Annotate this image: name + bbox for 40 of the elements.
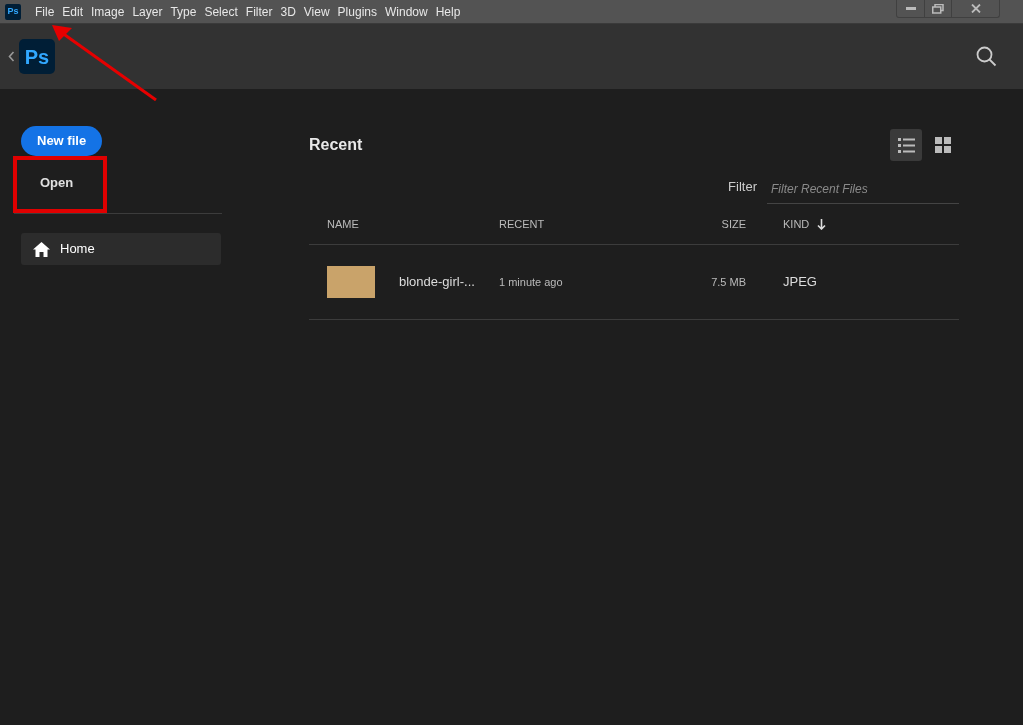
new-file-button[interactable]: New file xyxy=(21,126,103,156)
menu-item[interactable]: Help xyxy=(431,0,465,24)
menu-item[interactable]: Image xyxy=(87,0,129,24)
app-logo: Ps xyxy=(19,39,55,74)
open-button[interactable]: Open xyxy=(13,156,107,213)
home-icon xyxy=(33,241,50,257)
filter-field[interactable]: Filter Recent Files xyxy=(767,174,959,204)
grid-icon xyxy=(935,137,951,153)
photo-placeholder xyxy=(327,266,375,298)
app-icon: Ps xyxy=(5,3,21,20)
search-icon xyxy=(976,46,997,67)
menu-item[interactable]: View xyxy=(299,0,334,24)
menu-item[interactable]: 3D xyxy=(276,0,300,24)
filter-label: Filter xyxy=(728,178,757,197)
list-view-button[interactable] xyxy=(890,129,922,161)
close-icon xyxy=(970,4,981,13)
menu-item[interactable]: Type xyxy=(166,0,201,24)
column-header[interactable]: KIND xyxy=(783,216,810,233)
menu-item[interactable]: Filter xyxy=(241,0,277,24)
back-button[interactable] xyxy=(8,51,15,62)
section-title: Recent xyxy=(309,135,363,155)
file-row[interactable]: blonde-girl-... 1 minute ago 7.5 MB JPEG xyxy=(309,245,959,320)
file-name: blonde-girl-... xyxy=(399,273,475,292)
column-header[interactable]: RECENT xyxy=(499,218,545,231)
menu-item[interactable]: Edit xyxy=(58,0,88,24)
column-header[interactable]: NAME xyxy=(327,218,359,231)
column-header[interactable]: SIZE xyxy=(721,216,746,233)
menu-item[interactable]: Plugins xyxy=(333,0,381,24)
nav-item[interactable]: Home xyxy=(21,233,221,265)
menu-item[interactable]: Window xyxy=(380,0,432,24)
file-size: 7.5 MB xyxy=(710,274,746,290)
menu-item[interactable]: Layer xyxy=(128,0,167,24)
menu-item[interactable]: Select xyxy=(200,0,242,24)
menu-item[interactable]: File xyxy=(31,0,59,24)
recent-time: 1 minute ago xyxy=(499,274,564,290)
list-icon xyxy=(897,137,915,153)
file-kind: JPEG xyxy=(782,273,817,292)
search-button[interactable] xyxy=(976,46,997,67)
sort-arrow-icon xyxy=(817,219,827,230)
restore-icon xyxy=(932,3,944,14)
